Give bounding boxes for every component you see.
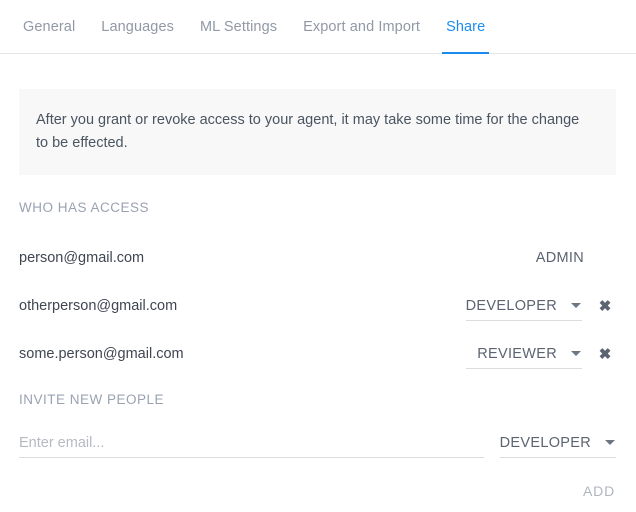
who-has-access-heading: WHO HAS ACCESS: [19, 200, 150, 215]
access-role-dropdown[interactable]: REVIEWER: [466, 339, 582, 369]
tab-general[interactable]: General: [10, 0, 88, 54]
invite-email-input[interactable]: [19, 428, 484, 458]
access-role-dropdown[interactable]: DEVELOPER: [466, 291, 582, 321]
chevron-down-icon: [571, 303, 581, 308]
table-row: otherperson@gmail.com DEVELOPER ✖: [0, 282, 636, 330]
close-icon: ✖: [598, 345, 612, 363]
access-email: person@gmail.com: [19, 250, 145, 266]
close-icon: ✖: [598, 297, 612, 315]
info-banner-text: After you grant or revoke access to your…: [36, 112, 580, 151]
table-row: some.person@gmail.com REVIEWER ✖: [0, 330, 636, 378]
invite-row: DEVELOPER: [0, 428, 636, 462]
table-row: person@gmail.com ADMIN: [0, 234, 636, 282]
access-role-value: DEVELOPER: [465, 297, 557, 314]
access-role-value: REVIEWER: [477, 345, 557, 362]
access-role-static: ADMIN: [535, 250, 584, 266]
invite-new-people-heading: INVITE NEW PEOPLE: [19, 392, 165, 407]
add-button[interactable]: ADD: [581, 479, 617, 503]
access-list: person@gmail.com ADMIN otherperson@gmail…: [0, 234, 636, 378]
access-email: otherperson@gmail.com: [19, 298, 178, 314]
settings-tab-bar: General Languages ML Settings Export and…: [0, 0, 636, 54]
access-email: some.person@gmail.com: [19, 346, 184, 362]
chevron-down-icon: [605, 440, 615, 445]
tab-share[interactable]: Share: [433, 0, 498, 54]
invite-role-value: DEVELOPER: [499, 434, 591, 451]
share-settings-page: General Languages ML Settings Export and…: [0, 0, 636, 512]
remove-access-button[interactable]: ✖: [596, 297, 614, 315]
tab-export-and-import[interactable]: Export and Import: [290, 0, 433, 54]
info-banner: After you grant or revoke access to your…: [19, 89, 616, 175]
tab-languages[interactable]: Languages: [88, 0, 187, 54]
invite-role-dropdown[interactable]: DEVELOPER: [500, 428, 616, 458]
tab-ml-settings[interactable]: ML Settings: [187, 0, 290, 54]
remove-access-button[interactable]: ✖: [596, 345, 614, 363]
chevron-down-icon: [571, 351, 581, 356]
